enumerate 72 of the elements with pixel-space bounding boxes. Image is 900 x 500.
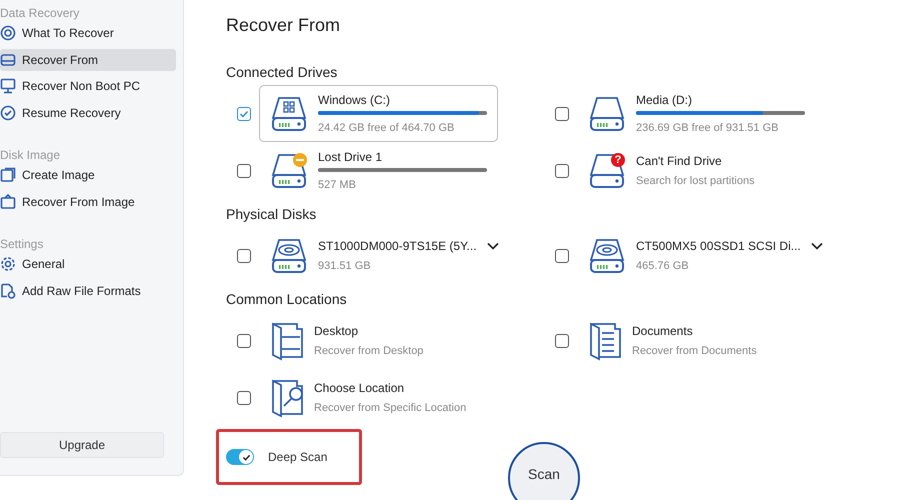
upgrade-button[interactable]: Upgrade — [0, 432, 164, 458]
checkbox[interactable] — [237, 334, 251, 348]
item-name: Can't Find Drive — [636, 152, 722, 170]
page-title: Recover From — [226, 14, 342, 37]
deep-scan-label: Deep Scan — [268, 449, 328, 466]
item-detail: Recover from Desktop — [314, 344, 424, 359]
sidebar-item[interactable]: Create Image — [0, 164, 176, 186]
drive-card[interactable]: Documents Recover from Documents — [577, 314, 768, 366]
sidebar-item[interactable]: Recover Non Boot PC — [0, 75, 176, 97]
drive-card[interactable]: Desktop Recover from Desktop — [259, 314, 434, 366]
item-detail: 527 MB — [318, 178, 357, 193]
item-name: CT500MX5 00SSD1 SCSI Di... — [636, 238, 801, 255]
drive-card[interactable]: ? Can't Find Drive Search for lost partitions — [577, 146, 766, 196]
item-name: Documents — [632, 322, 693, 340]
sidebar-heading: Disk Image — [0, 147, 62, 162]
image-icon — [0, 167, 16, 183]
sidebar-item[interactable]: Add Raw File Formats — [0, 280, 176, 302]
sidebar-item[interactable]: Recover From — [0, 48, 176, 70]
drive-card[interactable]: CT500MX5 00SSD1 SCSI Di... 465.76 GB — [577, 230, 834, 280]
checkbox[interactable] — [237, 164, 251, 178]
drive-card[interactable]: Media (D:) 236.69 GB free of 931.51 GB — [577, 84, 816, 142]
drive-icon — [0, 52, 16, 68]
sidebar-item[interactable]: Resume Recovery — [0, 102, 176, 124]
section-heading: Physical Disks — [226, 205, 318, 224]
checkmark-icon — [239, 108, 249, 118]
section-heading: Connected Drives — [226, 63, 338, 82]
folder-icon — [588, 320, 624, 360]
drive-card[interactable]: Choose Location Recover from Specific Location — [259, 372, 478, 424]
checkbox[interactable] — [555, 248, 569, 262]
drive-card[interactable]: ST1000DM000-9TS15E (5Y... 931.51 GB — [259, 230, 510, 280]
checkbox[interactable] — [237, 390, 251, 404]
image-restore-icon — [0, 194, 16, 210]
scan-button[interactable]: Scan — [508, 442, 580, 500]
item-detail: 236.69 GB free of 931.51 GB — [636, 120, 780, 136]
deep-scan-toggle[interactable] — [226, 449, 254, 465]
sidebar-heading: Data Recovery — [0, 5, 80, 20]
checkbox[interactable] — [555, 334, 569, 348]
item-name: Media (D:) — [636, 92, 692, 109]
item-detail: 465.76 GB — [636, 258, 690, 274]
item-name: Choose Location — [314, 380, 404, 397]
item-name: Desktop — [314, 322, 358, 340]
sidebar-heading: Settings — [0, 236, 44, 251]
item-name: ST1000DM000-9TS15E (5Y... — [318, 238, 477, 255]
item-detail: 24.42 GB free of 464.70 GB — [318, 120, 456, 136]
item-name: Lost Drive 1 — [318, 148, 382, 166]
checkbox[interactable] — [555, 106, 569, 120]
checkbox[interactable] — [237, 248, 251, 262]
question-badge: ? — [611, 152, 625, 166]
item-name: Windows (C:) — [318, 92, 390, 109]
sidebar-item[interactable]: General — [0, 253, 176, 275]
folder-icon — [270, 320, 306, 360]
section-heading: Common Locations — [226, 290, 348, 309]
checkbox[interactable] — [555, 164, 569, 178]
gear-icon — [0, 256, 16, 272]
item-detail: Recover from Documents — [632, 344, 757, 359]
folder-icon — [270, 378, 306, 418]
drive-icon — [270, 152, 310, 190]
item-detail: Search for lost partitions — [636, 174, 755, 189]
chevron-down-icon[interactable] — [810, 242, 823, 250]
target-icon — [0, 25, 16, 41]
item-detail: Recover from Specific Location — [314, 400, 466, 416]
file-add-icon — [0, 282, 16, 298]
item-detail: 931.51 GB — [318, 258, 372, 274]
monitor-icon — [0, 78, 16, 94]
sidebar-item[interactable]: Recover From Image — [0, 190, 176, 212]
checkmark-icon — [242, 452, 250, 462]
check-icon — [0, 104, 16, 120]
sidebar-item[interactable]: What To Recover — [0, 22, 176, 44]
drive-card[interactable]: Windows (C:) 24.42 GB free of 464.70 GB — [259, 84, 498, 142]
checkbox[interactable] — [237, 106, 251, 120]
drive-card[interactable]: Lost Drive 1 527 MB — [259, 142, 498, 200]
chevron-down-icon[interactable] — [486, 242, 499, 250]
